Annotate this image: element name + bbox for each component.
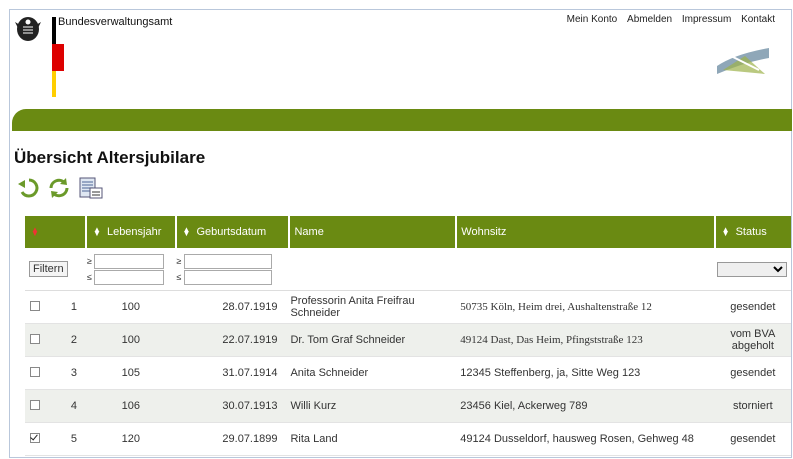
- filter-button[interactable]: Filtern: [29, 261, 68, 277]
- geburtsdatum-range-filter: ≥ ≤: [177, 253, 289, 285]
- column-header-status[interactable]: ▲ ▼ Status: [714, 216, 791, 248]
- nav-kontakt[interactable]: Kontakt: [741, 14, 775, 25]
- column-header-geburtsdatum[interactable]: ▲ ▼ Geburtsdatum: [175, 216, 291, 248]
- lebensjahr-max-input[interactable]: [93, 269, 164, 285]
- refresh-icon[interactable]: [46, 175, 72, 201]
- page-title: Übersicht Altersjubilare: [14, 148, 206, 167]
- row-checkbox[interactable]: [30, 333, 40, 344]
- jubilare-table: ▲ ▼ ▲ ▼ Lebensjahr ▲ ▼ Geburtsdatum Name Wohn…: [25, 216, 791, 456]
- table-row[interactable]: 1 100 28.07.1919 Professorin Anita Freif…: [25, 290, 791, 324]
- filter-row: Filtern ≥ ≤ ≥ ≤: [25, 248, 791, 291]
- report-icon[interactable]: [78, 175, 104, 201]
- sort-icon: ▲ ▼: [31, 225, 39, 239]
- table-row[interactable]: 3 105 31.07.1914 Anita Schneider 12345 S…: [25, 356, 791, 390]
- row-checkbox[interactable]: [30, 366, 40, 377]
- table-row[interactable]: 2 100 22.07.1919 Dr. Tom Graf Schneider …: [25, 323, 791, 357]
- status-filter-select[interactable]: [717, 261, 787, 277]
- header-bar: [12, 109, 792, 131]
- federal-eagle-icon: [15, 17, 41, 41]
- column-header-select[interactable]: ▲ ▼: [25, 216, 88, 248]
- row-checkbox[interactable]: [30, 300, 40, 311]
- german-flag-stripe: [52, 17, 64, 97]
- back-icon[interactable]: [16, 175, 42, 201]
- top-navigation: Mein Konto Abmelden Impressum Kontakt: [560, 14, 775, 25]
- lebensjahr-min-input[interactable]: [93, 253, 164, 269]
- geburtsdatum-from-input[interactable]: [183, 253, 272, 269]
- column-header-wohnsitz[interactable]: Wohnsitz: [456, 216, 716, 248]
- nav-mein-konto[interactable]: Mein Konto: [567, 14, 618, 25]
- row-checkbox-checked[interactable]: [30, 432, 40, 443]
- row-checkbox[interactable]: [30, 399, 40, 410]
- sort-icon: ▲ ▼: [182, 225, 191, 239]
- logo: [14, 15, 64, 99]
- sort-icon: ▲ ▼: [93, 225, 101, 239]
- lebensjahr-range-filter: ≥ ≤: [87, 253, 175, 285]
- column-header-lebensjahr[interactable]: ▲ ▼ Lebensjahr: [86, 216, 177, 248]
- nav-abmelden[interactable]: Abmelden: [627, 14, 672, 25]
- sort-icon: ▲ ▼: [721, 225, 730, 239]
- decorative-graphic-icon: [717, 48, 769, 74]
- org-name: Bundesverwaltungsamt: [58, 16, 173, 28]
- column-header-name[interactable]: Name: [289, 216, 458, 248]
- table-row[interactable]: 5 120 29.07.1899 Rita Land 49124 Dusseld…: [25, 422, 791, 456]
- table-row[interactable]: 4 106 30.07.1913 Willi Kurz 23456 Kiel, …: [25, 389, 791, 423]
- geburtsdatum-to-input[interactable]: [183, 269, 272, 285]
- nav-impressum[interactable]: Impressum: [682, 14, 731, 25]
